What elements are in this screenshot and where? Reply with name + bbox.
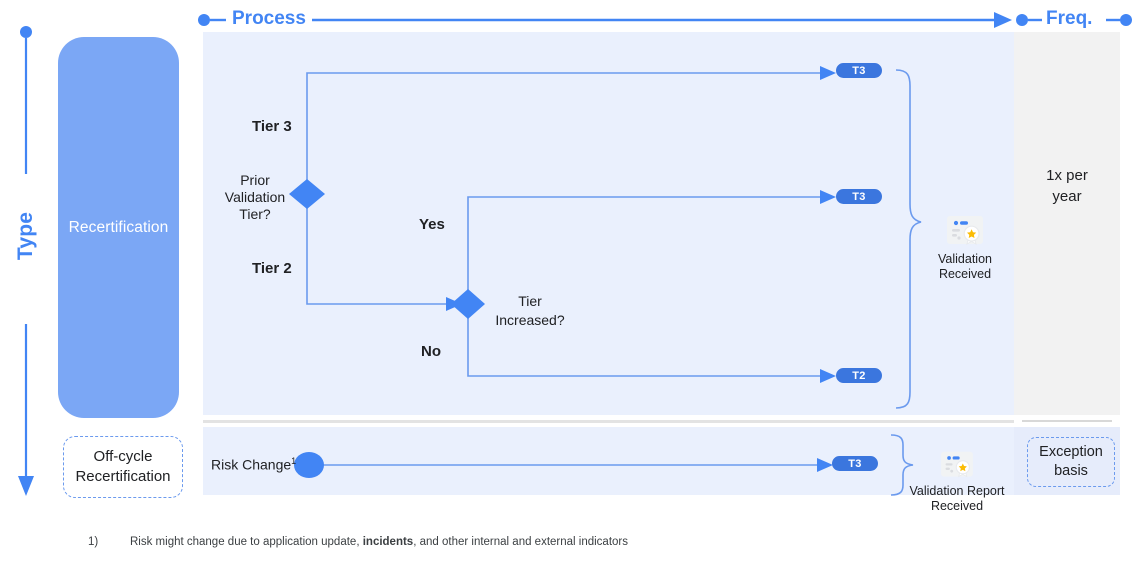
- decision-diamond-prior-validation-tier: [289, 179, 325, 209]
- type-axis-label: Type: [14, 211, 37, 261]
- branch-label-tier-3: Tier 3: [252, 118, 292, 135]
- frequency-value-off-cycle[interactable]: Exception basis: [1027, 437, 1115, 487]
- arrowhead-off-cycle: [817, 458, 833, 472]
- type-axis: Type: [0, 24, 56, 500]
- swimlane-off-cycle-line2: Recertification: [75, 468, 171, 485]
- decision1-line2: Validation: [224, 189, 286, 205]
- freq-panel-divider: [1022, 420, 1112, 422]
- outcome-main-line2: Received: [938, 267, 992, 281]
- footnote-text-bold: incidents: [362, 536, 414, 548]
- swimlane-off-cycle-label: Off-cycle Recertification: [75, 447, 170, 487]
- decision1-line1: Prior: [240, 172, 270, 188]
- risk-change-footnote-marker: 1: [291, 456, 297, 466]
- swimlane-off-cycle-line1: Off-cycle: [93, 448, 153, 465]
- arrowhead-tier3: [820, 66, 836, 80]
- swimlane-recertification[interactable]: Recertification: [58, 37, 179, 418]
- validation-badge-icon: [947, 216, 983, 245]
- outcome-off-line1: Validation Report: [909, 484, 1005, 498]
- outcome-off-line2: Received: [930, 499, 984, 513]
- flowchart-off-cycle: [203, 427, 1014, 496]
- branch-label-yes: Yes: [419, 216, 445, 233]
- outcome-pill-t3-tier3-path[interactable]: T3: [836, 63, 882, 78]
- arrowhead-yes: [820, 190, 836, 204]
- risk-change-text: Risk Change: [211, 456, 292, 473]
- footnote-text-after: , and other internal and external indica…: [413, 536, 629, 548]
- type-axis-arrow: [18, 476, 34, 496]
- outcome-validation-received: Validation Received: [915, 214, 1015, 282]
- frequency-off-line2: basis: [1054, 463, 1088, 479]
- footnote-text-before: Risk might change due to application upd…: [130, 536, 363, 548]
- branch-label-tier-2: Tier 2: [252, 260, 292, 277]
- footnote-text: Risk might change due to application upd…: [130, 536, 628, 548]
- validation-badge-icon: [941, 451, 973, 478]
- panel-divider: [203, 420, 1014, 423]
- process-axis-arrow: [994, 12, 1012, 28]
- swimlane-recertification-label: Recertification: [68, 218, 169, 236]
- frequency-main-line2: year: [1052, 188, 1082, 205]
- outcome-validation-report-received: Validation Report Received: [898, 450, 1016, 514]
- decision2-line2: Increased?: [495, 312, 565, 328]
- swimlane-off-cycle[interactable]: Off-cycle Recertification: [63, 436, 183, 498]
- freq-axis-start-dot: [1016, 14, 1028, 26]
- exception-basis-label: Exception basis: [1039, 443, 1103, 481]
- freq-axis: Freq.: [1014, 8, 1144, 32]
- start-label-risk-change: Risk Change1: [211, 456, 296, 473]
- frequency-off-line1: Exception: [1039, 444, 1103, 460]
- frequency-value-main: 1x per year: [1014, 165, 1120, 207]
- decision-diamond-tier-increased: [451, 289, 485, 319]
- diagram-root: Type Recertification Off-cycle Recertifi…: [0, 0, 1144, 564]
- decision-label-tier-increased: Tier Increased?: [482, 292, 578, 330]
- process-axis-start-dot: [198, 14, 210, 26]
- outcome-pill-t3-yes-path[interactable]: T3: [836, 189, 882, 204]
- type-axis-start-dot: [20, 26, 32, 38]
- outcome-pill-t3-off-cycle[interactable]: T3: [832, 456, 878, 471]
- outcome-pill-t2-no-path[interactable]: T2: [836, 368, 882, 383]
- flowchart-main: [203, 32, 1014, 415]
- freq-axis-label: Freq.: [1046, 8, 1093, 29]
- process-axis-label: Process: [232, 8, 306, 29]
- process-axis: Process: [196, 8, 1016, 32]
- decision-label-prior-validation-tier: Prior Validation Tier?: [224, 172, 286, 223]
- arrowhead-no: [820, 369, 836, 383]
- freq-axis-end-dot: [1120, 14, 1132, 26]
- start-node-risk-change: [294, 452, 324, 478]
- decision2-line1: Tier: [518, 293, 542, 309]
- decision1-line3: Tier?: [239, 206, 271, 222]
- frequency-main-line1: 1x per: [1046, 167, 1088, 184]
- footnote-marker: 1): [88, 536, 99, 548]
- freq-panel-recertification: [1014, 32, 1120, 415]
- outcome-main-line1: Validation: [938, 252, 992, 266]
- branch-label-no: No: [421, 343, 441, 360]
